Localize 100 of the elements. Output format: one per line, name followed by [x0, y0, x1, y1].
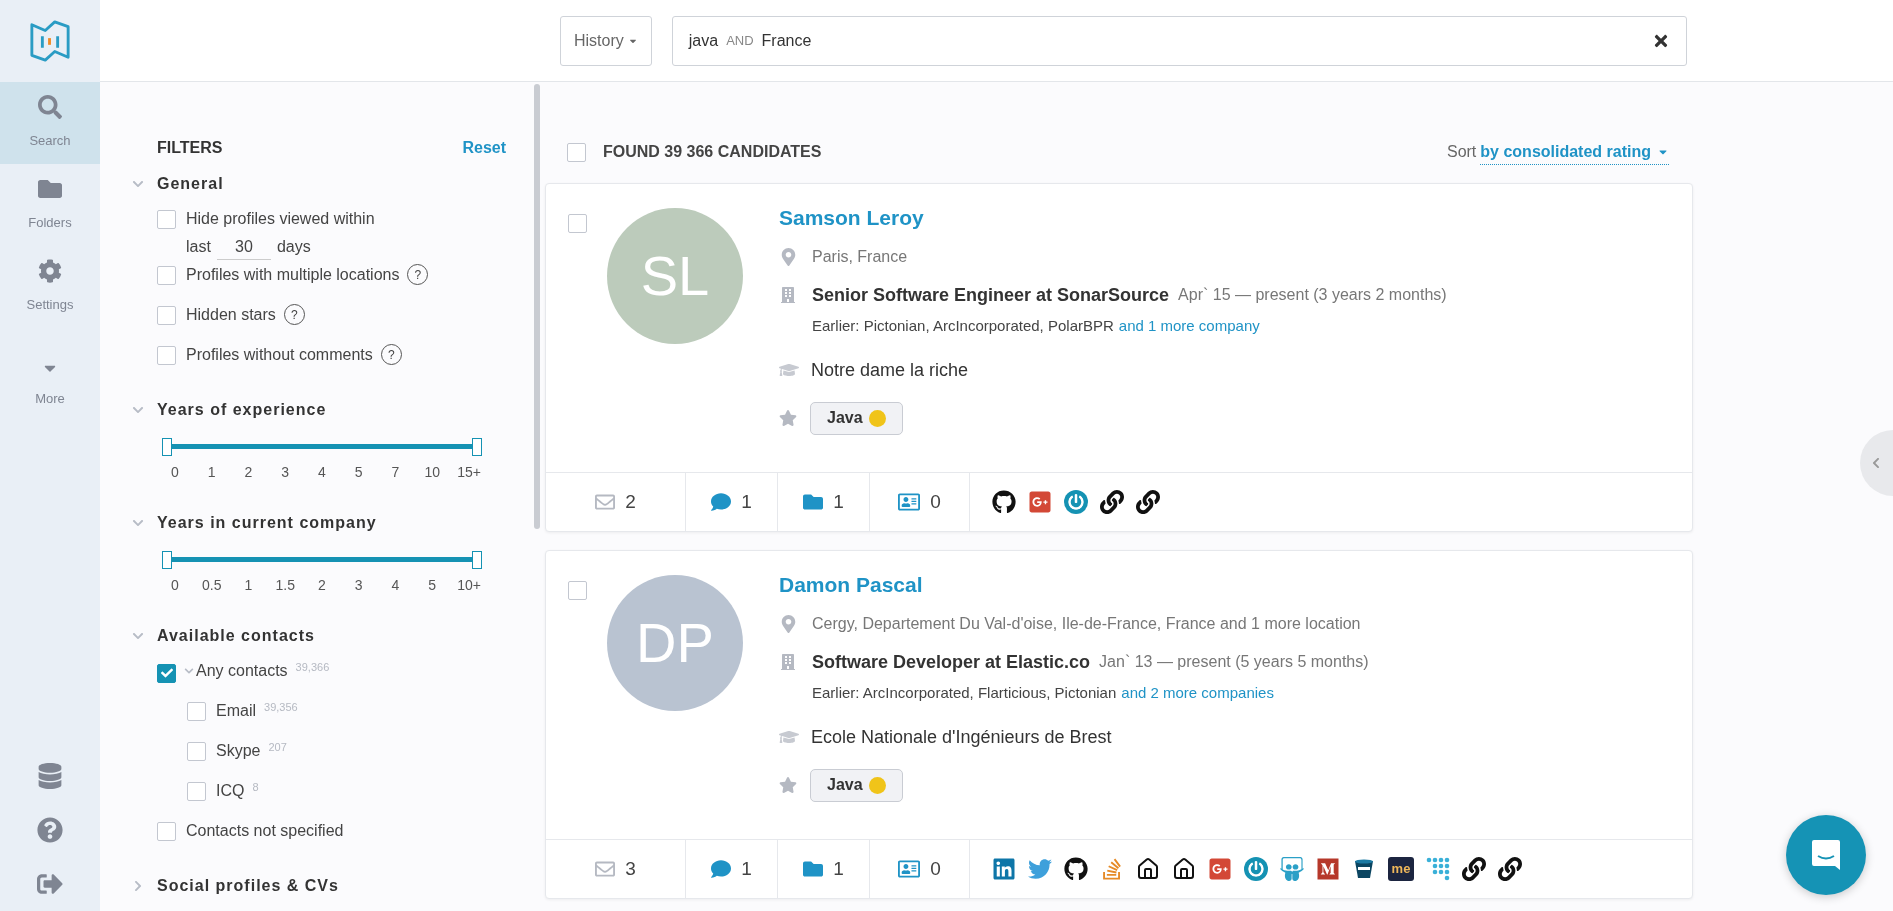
g-plus-icon[interactable]	[1028, 490, 1052, 514]
checkbox[interactable]	[567, 142, 586, 162]
m-logo-icon[interactable]	[1316, 857, 1340, 881]
location-text: Cergy, Departement Du Val-d'oise, Ile-de-France, France and 1 more location	[812, 614, 1361, 634]
tick-label: 0.5	[201, 576, 223, 595]
logo-icon[interactable]	[29, 19, 71, 63]
checkbox[interactable]	[187, 782, 206, 801]
checkbox[interactable]	[568, 214, 587, 233]
logout-icon[interactable]	[37, 871, 63, 897]
checkbox[interactable]	[187, 702, 206, 721]
coins-icon[interactable]	[37, 763, 63, 789]
in-logo-icon[interactable]	[992, 857, 1016, 881]
chevron-left-icon	[1870, 457, 1882, 469]
checkbox[interactable]	[157, 210, 176, 229]
filters-title: FILTERS	[157, 138, 223, 158]
more-companies-link[interactable]: and 2 more companies	[1121, 681, 1274, 705]
tick-label: 1.5	[274, 576, 296, 595]
section-title[interactable]: Available contacts	[157, 624, 315, 648]
search-term: java	[688, 30, 719, 51]
filter-label: Skype	[216, 741, 261, 761]
filter-label: Contacts not specified	[186, 821, 344, 841]
filter-label: Email	[216, 701, 256, 721]
tick-label: 5	[427, 576, 438, 595]
slider-handle[interactable]	[162, 438, 172, 456]
folder-icon	[803, 492, 824, 512]
building-icon	[781, 285, 795, 305]
dots-icon[interactable]	[1426, 857, 1450, 881]
more-companies-link[interactable]: and 1 more company	[1118, 314, 1260, 338]
comment-icon	[711, 492, 732, 512]
bird-icon[interactable]	[1028, 857, 1052, 881]
slides-icon[interactable]	[1280, 857, 1304, 881]
link-icon[interactable]	[1462, 857, 1486, 881]
help-icon[interactable]	[37, 817, 63, 843]
house-icon[interactable]	[1172, 857, 1196, 881]
days-field[interactable]: 30	[216, 234, 271, 260]
section-title[interactable]: Years in current company	[157, 511, 377, 535]
earlier-companies: Earlier: Pictonian, ArcIncorporated, PolarBPR	[812, 315, 1114, 336]
house-icon[interactable]	[1136, 857, 1160, 881]
section-title[interactable]: General	[157, 172, 224, 196]
stat-count: 2	[625, 489, 636, 514]
tick-label: 2	[243, 463, 254, 482]
avatar: DP	[607, 575, 743, 711]
g-plus-icon[interactable]	[1208, 857, 1232, 881]
tick-label: 0	[170, 463, 180, 482]
days-prefix: last	[186, 237, 211, 257]
stat-count: 1	[741, 489, 752, 514]
stat-count: 0	[930, 489, 941, 514]
filter-label: Hidden stars	[186, 305, 276, 325]
tick-label: 1	[243, 576, 254, 595]
checkbox[interactable]	[157, 346, 176, 365]
section-title[interactable]: Social profiles & CVs	[157, 874, 339, 898]
stat-count: 1	[833, 489, 844, 514]
map-pin-icon	[781, 248, 796, 266]
cat-logo-icon[interactable]	[992, 490, 1016, 514]
contact-card-icon	[898, 858, 921, 880]
operator-token: AND	[726, 31, 754, 50]
results-count: FOUND 39 366 CANDIDATES	[603, 142, 822, 162]
link-icon[interactable]	[1100, 490, 1124, 514]
checkbox[interactable]	[157, 306, 176, 325]
map-pin-icon	[781, 615, 796, 633]
settings-icon	[38, 259, 62, 284]
link-icon[interactable]	[1498, 857, 1522, 881]
count-label: 39,366	[295, 660, 330, 674]
job-title: Software Developer at Elastic.co	[812, 650, 1091, 674]
tick-label: 15+	[456, 463, 482, 482]
filter-label: Any contacts	[196, 661, 288, 681]
chat-icon	[1811, 839, 1841, 871]
skill-tag[interactable]: Java	[810, 768, 903, 802]
filter-label: Profiles with multiple locations	[186, 265, 400, 285]
tick-label: 10+	[456, 576, 482, 595]
history-dropdown[interactable]: History	[560, 15, 652, 66]
me-logo[interactable]: me	[1388, 857, 1414, 881]
link-icon[interactable]	[1136, 490, 1160, 514]
slider-handle[interactable]	[472, 551, 482, 569]
earlier-companies: Earlier: ArcIncorporated, Flarticious, Pictonian	[812, 682, 1117, 703]
tick-label: 5	[353, 463, 364, 482]
checkbox[interactable]	[157, 822, 176, 841]
power-icon[interactable]	[1064, 490, 1088, 514]
checkbox[interactable]	[187, 742, 206, 761]
slider-handle[interactable]	[472, 438, 482, 456]
chat-button[interactable]	[1786, 815, 1866, 895]
slider-handle[interactable]	[162, 551, 172, 569]
checkbox[interactable]	[157, 266, 176, 285]
chevron-down-icon[interactable]	[184, 666, 194, 676]
search-field[interactable]: java AND France	[671, 15, 1687, 66]
count-label: 8	[252, 780, 259, 794]
checkbox[interactable]	[568, 581, 587, 600]
graduation-cap-icon	[779, 728, 799, 746]
checkbox[interactable]	[157, 663, 176, 683]
bucket-icon[interactable]	[1352, 857, 1376, 881]
scrollbar[interactable]	[534, 84, 540, 529]
cat-logo-icon[interactable]	[1064, 857, 1088, 881]
tick-label: 3	[280, 463, 291, 482]
job-title: Senior Software Engineer at SonarSource	[812, 283, 1170, 307]
envelope-icon	[595, 492, 616, 512]
power-icon[interactable]	[1244, 857, 1268, 881]
location-text: Paris, France	[812, 247, 908, 267]
skill-tag[interactable]: Java	[810, 401, 903, 435]
tick-label: 0	[170, 576, 180, 595]
section-title[interactable]: Years of experience	[157, 398, 327, 422]
